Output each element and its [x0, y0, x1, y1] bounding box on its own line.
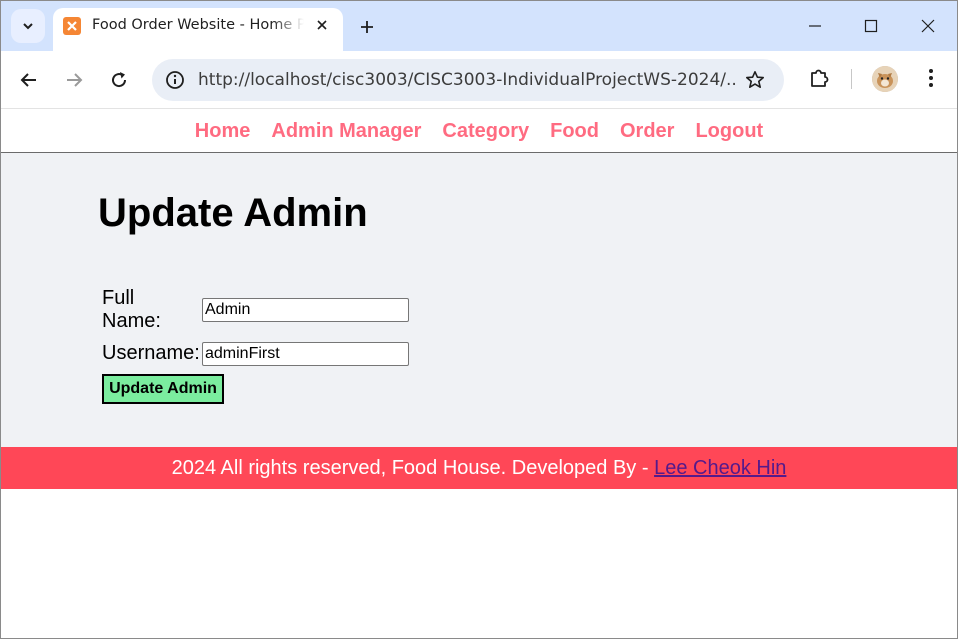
- arrow-left-icon: [20, 73, 36, 87]
- reload-button[interactable]: [103, 64, 135, 96]
- puzzle-icon[interactable]: [805, 64, 833, 92]
- nav-home[interactable]: Home: [184, 120, 261, 142]
- xampp-icon: [63, 17, 81, 35]
- url-text[interactable]: http://localhost/cisc3003/CISC3003-Indiv…: [198, 70, 738, 90]
- full-name-label: Full Name:: [102, 287, 161, 332]
- nav-category[interactable]: Category: [432, 120, 540, 142]
- chevron-down-icon: [23, 23, 33, 30]
- plus-icon: [361, 21, 373, 33]
- username-label: Username:: [102, 342, 200, 364]
- close-icon[interactable]: [311, 14, 333, 36]
- arrow-right-icon: [67, 73, 83, 87]
- nav-menu: Home Admin Manager Category Food Order L…: [184, 120, 773, 143]
- minimize-icon: [809, 25, 821, 27]
- site-nav: Home Admin Manager Category Food Order L…: [1, 110, 957, 153]
- author-link[interactable]: Lee Cheok Hin: [654, 457, 786, 479]
- browser-tabstrip: Food Order Website - Home Page: [1, 1, 957, 51]
- profile-avatar[interactable]: [872, 66, 898, 92]
- nav-order[interactable]: Order: [609, 120, 684, 142]
- browser-tab-active[interactable]: Food Order Website - Home Page: [53, 8, 343, 51]
- main-content: Update Admin Full Name: Username: Update…: [1, 153, 957, 447]
- new-tab-button[interactable]: [353, 13, 381, 41]
- tab-search-button[interactable]: [11, 9, 45, 43]
- toolbar-separator: [851, 69, 852, 89]
- full-name-field[interactable]: [202, 298, 409, 322]
- forward-button[interactable]: [58, 64, 90, 96]
- page-title: Update Admin: [98, 191, 368, 235]
- tab-title: Food Order Website - Home Page: [92, 17, 304, 33]
- nav-admin-manager[interactable]: Admin Manager: [261, 120, 432, 142]
- reload-icon: [112, 72, 127, 88]
- back-button[interactable]: [13, 64, 45, 96]
- address-bar[interactable]: http://localhost/cisc3003/CISC3003-Indiv…: [152, 59, 784, 101]
- maximize-button[interactable]: [843, 1, 899, 51]
- window-close-icon: [921, 19, 935, 33]
- minimize-button[interactable]: [787, 1, 843, 51]
- info-icon[interactable]: [162, 67, 188, 93]
- kebab-menu-icon[interactable]: [917, 64, 945, 92]
- nav-food[interactable]: Food: [540, 120, 610, 142]
- star-icon[interactable]: [742, 67, 768, 93]
- nav-logout[interactable]: Logout: [685, 120, 774, 142]
- window-close-button[interactable]: [900, 1, 956, 51]
- update-admin-button[interactable]: Update Admin: [102, 374, 224, 404]
- footer-text: 2024 All rights reserved, Food House. De…: [171, 457, 655, 479]
- maximize-icon: [864, 19, 878, 33]
- footer: 2024 All rights reserved, Food House. De…: [1, 447, 957, 489]
- username-field[interactable]: [202, 342, 409, 366]
